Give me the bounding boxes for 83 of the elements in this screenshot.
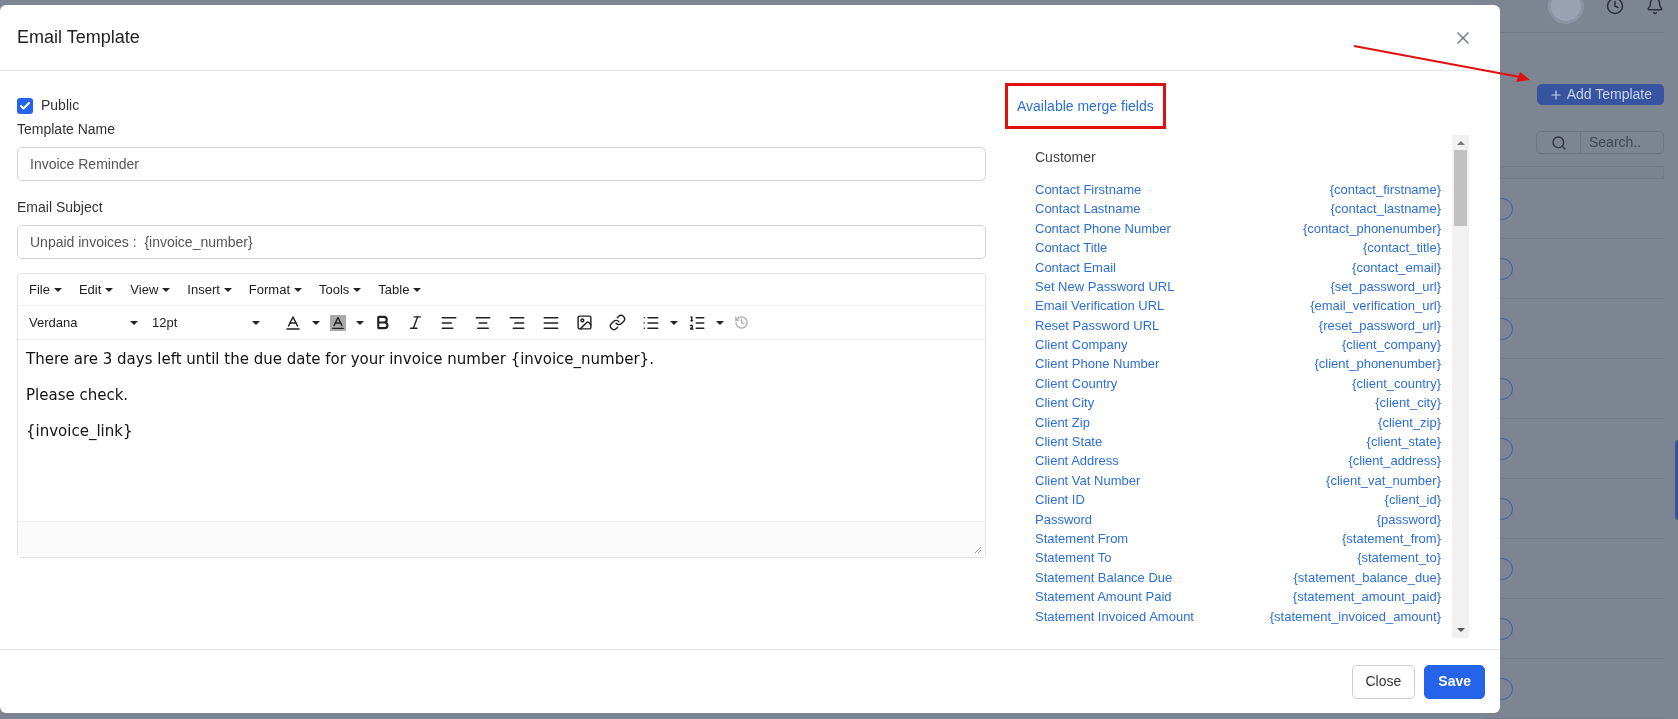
merge-field-code[interactable]: {client_phonenumber} <box>1314 354 1441 374</box>
merge-field-name[interactable]: Client Country <box>1035 373 1118 394</box>
merge-field-name[interactable]: Contact Lastname <box>1035 199 1141 219</box>
merge-field-name[interactable]: Contact Phone Number <box>1035 218 1171 239</box>
search-field[interactable]: Search.. <box>1581 131 1664 155</box>
menu-item[interactable]: Table <box>373 279 427 300</box>
editor-paragraph: Please check. <box>26 385 130 406</box>
merge-field-name[interactable]: Contact Email <box>1035 257 1116 277</box>
menu-item[interactable]: File <box>24 279 67 300</box>
text-field[interactable]: Invoice Reminder <box>17 147 986 181</box>
merge-field-code[interactable]: {reset_password_url} <box>1318 315 1441 336</box>
merge-field-name[interactable]: Statement Balance Due <box>1035 567 1173 588</box>
merge-field-code[interactable]: {client_city} <box>1375 393 1441 413</box>
menu-item[interactable]: Tools <box>314 279 367 300</box>
menu-item[interactable]: Insert <box>182 279 237 300</box>
merge-field-name[interactable]: Statement Invoiced Amount <box>1035 606 1194 627</box>
resize-handle-icon[interactable] <box>974 546 982 554</box>
merge-field-code[interactable]: {contact_lastname} <box>1330 199 1441 219</box>
merge-field-name[interactable]: Client Vat Number <box>1035 470 1141 491</box>
merge-field-name[interactable]: Set New Password URL <box>1035 276 1175 297</box>
merge-field-name[interactable]: Client Phone Number <box>1035 354 1160 374</box>
merge-field-code[interactable]: {client_company} <box>1342 335 1441 355</box>
caret-icon <box>312 320 320 325</box>
merge-field-code[interactable]: {email_verification_url} <box>1310 296 1441 316</box>
merge-field-code[interactable]: {statement_to} <box>1357 548 1441 568</box>
size-select[interactable]: 12pt <box>152 312 260 333</box>
search-icon <box>1550 134 1567 151</box>
merge-field-name[interactable]: Reset Password URL <box>1035 315 1160 336</box>
search-button[interactable] <box>1536 131 1581 155</box>
merge-field-code[interactable]: {client_address} <box>1348 451 1441 471</box>
caret-icon <box>356 320 364 325</box>
editor-paragraph: There are 3 days left until the due date for your invoice number {invoice_number}. <box>26 349 655 370</box>
merge-field-name[interactable]: Statement Amount Paid <box>1035 587 1172 607</box>
merge-field-name[interactable]: Client ID <box>1035 490 1085 510</box>
add-template-button[interactable]: Add Template <box>1536 84 1664 106</box>
editor-paragraph: {invoice_link} <box>26 421 134 442</box>
plus-icon <box>1548 87 1563 102</box>
merge-field-name[interactable]: Email Verification URL <box>1035 296 1165 316</box>
group-heading: Customer <box>1035 148 1097 167</box>
merge-field-name[interactable]: Contact Title <box>1035 238 1108 258</box>
scrollbar[interactable] <box>1452 135 1469 638</box>
merge-field-name[interactable]: Password <box>1035 509 1093 530</box>
merge-field-code[interactable]: {client_zip} <box>1378 412 1441 433</box>
checkbox-label: Public <box>41 96 80 115</box>
text-field[interactable]: Unpaid invoices : {invoice_number} <box>17 225 986 259</box>
merge-field-name[interactable]: Statement From <box>1035 529 1129 549</box>
check-icon <box>19 99 31 112</box>
merge-field-name[interactable]: Statement To <box>1035 548 1112 568</box>
merge-field-code[interactable]: {client_country} <box>1352 373 1441 394</box>
merge-field-name[interactable]: Client City <box>1035 393 1095 413</box>
close-button[interactable]: Close <box>1351 664 1416 699</box>
menu-item[interactable]: Edit <box>73 279 119 300</box>
field-label: Email Subject <box>17 198 104 217</box>
clock-icon[interactable] <box>1606 0 1624 15</box>
save-button[interactable]: Save <box>1424 664 1485 699</box>
bell-icon[interactable] <box>1646 0 1664 15</box>
merge-field-code[interactable]: {statement_balance_due} <box>1293 567 1441 588</box>
merge-field-name[interactable]: Client Address <box>1035 451 1119 471</box>
merge-field-code[interactable]: {statement_from} <box>1342 529 1441 549</box>
dialog-title: Email Template <box>17 26 140 49</box>
merge-field-name[interactable]: Client State <box>1035 432 1103 452</box>
merge-fields-link[interactable]: Available merge fields <box>1017 95 1154 117</box>
public-checkbox[interactable] <box>17 97 33 114</box>
merge-field-code[interactable]: {password} <box>1376 509 1441 530</box>
merge-field-code[interactable]: {client_state} <box>1366 432 1441 452</box>
menu-item[interactable]: View <box>125 279 176 300</box>
merge-field-code[interactable]: {client_id} <box>1384 490 1441 510</box>
merge-field-code[interactable]: {statement_invoiced_amount} <box>1269 606 1441 627</box>
field-label: Template Name <box>17 120 117 139</box>
merge-field-code[interactable]: {contact_title} <box>1362 238 1441 258</box>
merge-field-name[interactable]: Client Company <box>1035 335 1128 355</box>
merge-field-code[interactable]: {contact_phonenumber} <box>1302 218 1441 239</box>
menu-item[interactable]: Format <box>243 279 307 300</box>
merge-field-code[interactable]: {set_password_url} <box>1330 276 1441 297</box>
caret-icon <box>670 320 678 325</box>
merge-field-code[interactable]: {client_vat_number} <box>1326 470 1441 491</box>
merge-field-code[interactable]: {contact_email} <box>1352 257 1441 277</box>
merge-field-code[interactable]: {contact_firstname} <box>1329 179 1441 200</box>
merge-field-name[interactable]: Client Zip <box>1035 412 1090 433</box>
merge-field-name[interactable]: Contact Firstname <box>1035 179 1142 200</box>
font-select[interactable]: Verdana <box>24 312 138 333</box>
caret-icon <box>716 320 724 325</box>
merge-field-code[interactable]: {statement_amount_paid} <box>1292 587 1441 607</box>
